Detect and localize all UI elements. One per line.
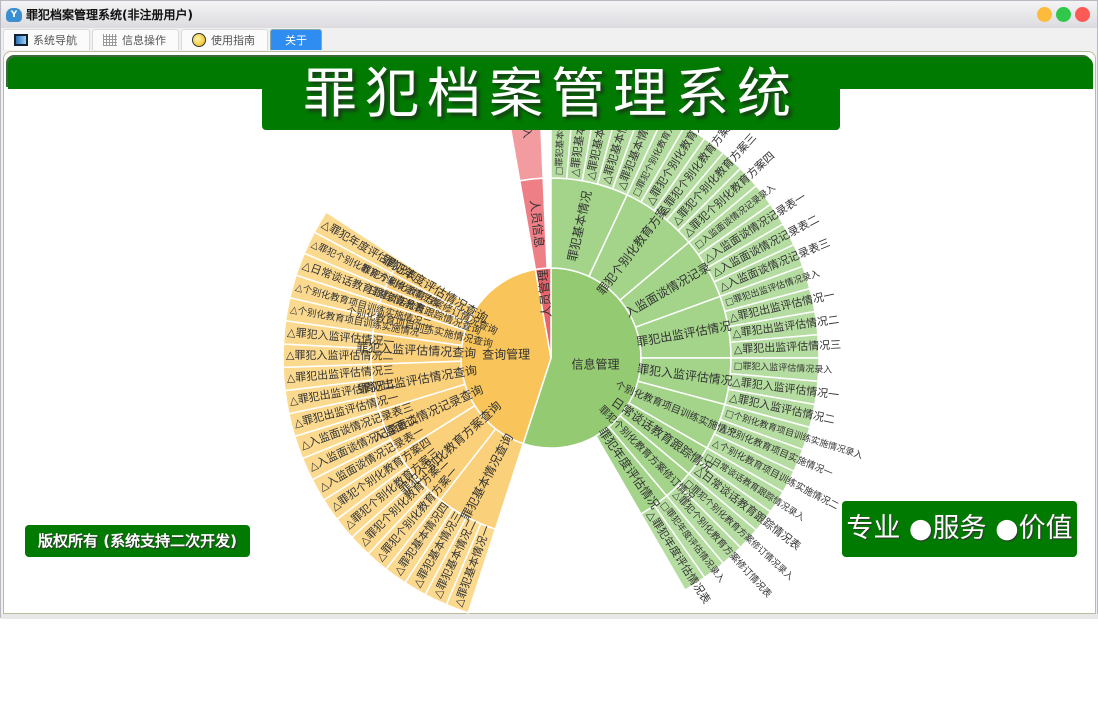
sunburst-leaf-label: △罪犯入监评估情况二 [286,349,394,363]
copyright-badge: 版权所有 (系统支持二次开发) [25,525,250,557]
sunburst-root-label: 信息管理 [571,357,619,372]
slogan-badge: 专业 ●服务 ●价值 [842,501,1077,557]
page-title: 罪犯档案管理系统 [262,58,840,130]
